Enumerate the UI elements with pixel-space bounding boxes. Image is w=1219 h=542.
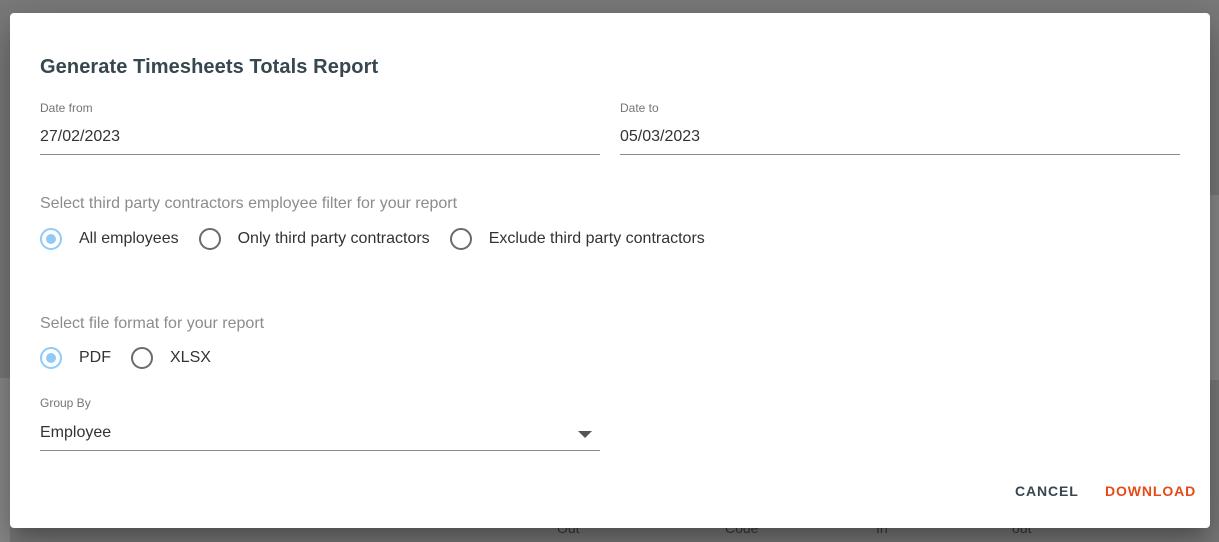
- background-panel-right: [1210, 195, 1219, 380]
- date-to-field[interactable]: Date to 05/03/2023: [620, 101, 1180, 157]
- group-by-select[interactable]: Group By Employee: [40, 396, 600, 452]
- radio-label: Exclude third party contractors: [488, 230, 705, 247]
- group-by-underline: [40, 450, 600, 451]
- date-to-label: Date to: [620, 101, 659, 115]
- date-from-label: Date from: [40, 101, 93, 115]
- date-to-underline: [620, 154, 1180, 155]
- radio-xlsx[interactable]: XLSX: [131, 347, 211, 369]
- date-to-value[interactable]: 05/03/2023: [620, 128, 700, 146]
- download-button[interactable]: DOWNLOAD: [1105, 483, 1196, 499]
- radio-all-employees[interactable]: All employees: [40, 228, 179, 250]
- date-from-value[interactable]: 27/02/2023: [40, 128, 120, 146]
- radio-checked-icon: [40, 228, 62, 250]
- radio-label: All employees: [79, 230, 179, 247]
- contractor-filter-group: All employees Only third party contracto…: [40, 228, 725, 250]
- radio-unchecked-icon: [198, 228, 221, 250]
- radio-label: PDF: [79, 349, 111, 366]
- radio-label: XLSX: [170, 349, 211, 366]
- group-by-label: Group By: [40, 396, 91, 410]
- dropdown-arrow-icon[interactable]: [578, 431, 592, 438]
- radio-unchecked-icon: [449, 228, 472, 250]
- radio-pdf[interactable]: PDF: [40, 347, 111, 369]
- radio-exclude-third-party[interactable]: Exclude third party contractors: [449, 228, 705, 250]
- file-format-prompt: Select file format for your report: [40, 315, 265, 332]
- radio-checked-icon: [40, 347, 62, 369]
- contractor-filter-prompt: Select third party contractors employee …: [40, 195, 458, 212]
- radio-label: Only third party contractors: [237, 230, 430, 247]
- dialog-title: Generate Timesheets Totals Report: [40, 56, 379, 78]
- radio-only-third-party[interactable]: Only third party contractors: [198, 228, 430, 250]
- date-from-underline: [40, 154, 600, 155]
- radio-unchecked-icon: [131, 347, 153, 369]
- cancel-button[interactable]: CANCEL: [1015, 483, 1079, 499]
- file-format-group: PDF XLSX: [40, 347, 231, 369]
- group-by-value: Employee: [40, 424, 112, 441]
- report-dialog: Generate Timesheets Totals Report Date f…: [10, 13, 1210, 528]
- date-from-field[interactable]: Date from 27/02/2023: [40, 101, 600, 157]
- background-panel-left: [0, 378, 10, 542]
